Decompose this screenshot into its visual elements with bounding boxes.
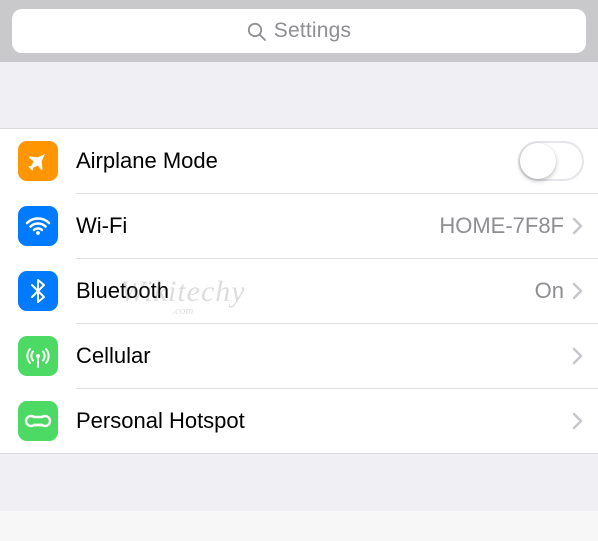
section-spacer-bottom bbox=[0, 453, 598, 511]
chevron-right-icon bbox=[572, 347, 584, 365]
row-label: Bluetooth bbox=[76, 278, 535, 304]
toggle-knob bbox=[520, 143, 556, 179]
wifi-network-value: HOME-7F8F bbox=[439, 213, 564, 239]
airplane-icon bbox=[18, 141, 58, 181]
search-icon bbox=[247, 22, 266, 41]
row-personal-hotspot[interactable]: Personal Hotspot bbox=[0, 389, 598, 453]
bluetooth-icon bbox=[18, 271, 58, 311]
airplane-toggle[interactable] bbox=[518, 141, 584, 181]
row-label: Cellular bbox=[76, 343, 572, 369]
row-airplane-mode[interactable]: Airplane Mode bbox=[0, 129, 598, 193]
row-cellular[interactable]: Cellular bbox=[0, 324, 598, 388]
row-bluetooth[interactable]: Bluetooth On bbox=[0, 259, 598, 323]
row-label: Wi-Fi bbox=[76, 213, 439, 239]
chevron-right-icon bbox=[572, 282, 584, 300]
wifi-icon bbox=[18, 206, 58, 246]
cellular-icon bbox=[18, 336, 58, 376]
hotspot-icon bbox=[18, 401, 58, 441]
search-bar-container: Settings bbox=[0, 0, 598, 62]
row-label: Personal Hotspot bbox=[76, 408, 572, 434]
chevron-right-icon bbox=[572, 412, 584, 430]
bluetooth-status-value: On bbox=[535, 278, 564, 304]
search-placeholder: Settings bbox=[274, 19, 351, 43]
section-spacer bbox=[0, 62, 598, 129]
row-label: Airplane Mode bbox=[76, 148, 518, 174]
settings-list: Airplane Mode Wi-Fi HOME-7F8F Bluetooth … bbox=[0, 129, 598, 453]
chevron-right-icon bbox=[572, 217, 584, 235]
search-bar[interactable]: Settings bbox=[12, 9, 586, 53]
row-wifi[interactable]: Wi-Fi HOME-7F8F bbox=[0, 194, 598, 258]
